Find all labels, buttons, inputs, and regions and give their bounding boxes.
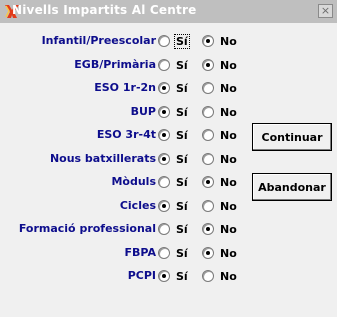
level-label: ESO 3r-4t [96,128,156,141]
radio-si-button[interactable] [158,153,170,165]
radio-no-button[interactable] [202,35,214,47]
radio-si-button[interactable] [158,106,170,118]
radio-si-label: Sí [176,58,188,72]
radio-no-label: No [220,152,237,166]
radio-si-option[interactable]: Sí [158,150,189,168]
radio-no-option[interactable]: No [202,150,238,168]
radio-si-option[interactable]: Sí [158,126,189,144]
radio-si-label: Sí [176,175,188,189]
level-label: ESO 1r-2n [94,81,156,94]
radio-no-option[interactable]: No [202,32,238,50]
radio-no-label: No [220,246,237,260]
level-row: FBPA Sí No [0,243,245,263]
radio-no-option[interactable]: No [202,267,238,285]
radio-no-option[interactable]: No [202,197,238,215]
radio-si-label: Sí [176,128,188,142]
radio-no-label: No [220,105,237,119]
radio-no-label: No [220,34,237,48]
level-row: Infantil/Preescolar Sí No [0,31,245,51]
radio-si-button[interactable] [158,270,170,282]
radio-no-button[interactable] [202,176,214,188]
radio-si-button[interactable] [158,200,170,212]
radio-si-label: Sí [176,105,188,119]
level-row: ESO 1r-2n Sí No [0,78,245,98]
radio-no-option[interactable]: No [202,103,238,121]
radio-no-label: No [220,81,237,95]
level-row: ESO 3r-4t Sí No [0,125,245,145]
radio-si-button[interactable] [158,223,170,235]
radio-si-button[interactable] [158,82,170,94]
radio-si-button[interactable] [158,35,170,47]
radio-si-option[interactable]: Sí [158,244,189,262]
radio-no-button[interactable] [202,106,214,118]
radio-no-button[interactable] [202,200,214,212]
radio-no-label: No [220,175,237,189]
level-row: Formació professional Sí No [0,219,245,239]
level-label: Nous batxillerats [49,152,156,165]
level-row: Cicles Sí No [0,196,245,216]
radio-si-button[interactable] [158,176,170,188]
radio-no-option[interactable]: No [202,56,238,74]
level-row: Mòduls Sí No [0,172,245,192]
radio-no-option[interactable]: No [202,173,238,191]
level-label: Mòduls [111,175,156,188]
radio-no-option[interactable]: No [202,126,238,144]
radio-si-option[interactable]: Sí [158,267,189,285]
level-row: PCPI Sí No [0,266,245,286]
level-label: Cicles [119,199,156,212]
level-label: Formació professional [18,222,156,235]
radio-si-option[interactable]: Sí [158,79,189,97]
radio-si-button[interactable] [158,129,170,141]
level-row: Nous batxillerats Sí No [0,149,245,169]
radio-si-label: Sí [176,222,188,236]
level-label: Infantil/Preescolar [41,34,156,47]
radio-no-button[interactable] [202,247,214,259]
cancel-button[interactable]: Abandonar [252,173,332,201]
radio-si-option[interactable]: Sí [158,220,189,238]
radio-si-button[interactable] [158,247,170,259]
radio-no-button[interactable] [202,129,214,141]
radio-no-label: No [220,58,237,72]
radio-no-option[interactable]: No [202,220,238,238]
radio-si-option[interactable]: Sí [158,103,189,121]
level-row: BUP Sí No [0,102,245,122]
radio-no-label: No [220,269,237,283]
radio-si-option[interactable]: Sí [158,32,190,50]
window-title: Nivells Impartits Al Centre [12,3,197,17]
dialog-window: Nivells Impartits Al Centre × Infantil/P… [0,0,337,317]
level-label: FBPA [124,246,156,259]
level-label: BUP [130,105,156,118]
radio-si-label: Sí [176,81,188,95]
radio-si-label: Sí [174,33,190,49]
radio-no-button[interactable] [202,59,214,71]
radio-no-button[interactable] [202,270,214,282]
close-button[interactable]: × [318,4,333,18]
continue-button[interactable]: Continuar [252,123,332,151]
radio-si-label: Sí [176,269,188,283]
radio-si-label: Sí [176,199,188,213]
radio-si-label: Sí [176,246,188,260]
level-label: PCPI [127,269,156,282]
radio-no-button[interactable] [202,153,214,165]
radio-no-button[interactable] [202,223,214,235]
radio-no-option[interactable]: No [202,244,238,262]
radio-no-label: No [220,222,237,236]
title-bar[interactable]: Nivells Impartits Al Centre × [0,0,337,23]
radio-si-option[interactable]: Sí [158,56,189,74]
level-label: EGB/Primària [74,58,156,71]
radio-no-option[interactable]: No [202,79,238,97]
radio-no-button[interactable] [202,82,214,94]
radio-no-label: No [220,128,237,142]
level-row: EGB/Primària Sí No [0,55,245,75]
radio-si-option[interactable]: Sí [158,197,189,215]
radio-si-option[interactable]: Sí [158,173,189,191]
radio-si-label: Sí [176,152,188,166]
radio-no-label: No [220,199,237,213]
radio-si-button[interactable] [158,59,170,71]
